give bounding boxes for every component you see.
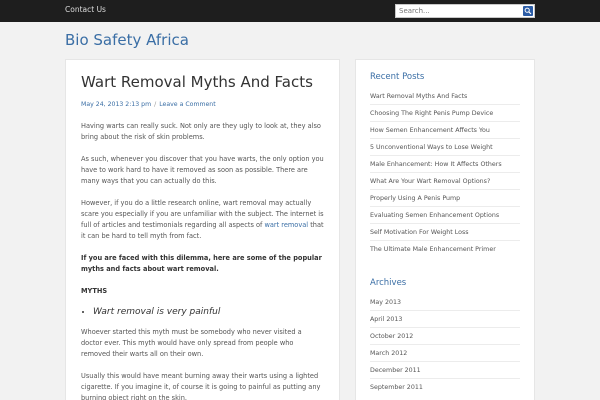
- search-input[interactable]: [396, 5, 522, 17]
- search-button[interactable]: [523, 6, 533, 16]
- post-date[interactable]: May 24, 2013 2:13 pm: [81, 101, 151, 108]
- archive-link[interactable]: September 2011: [370, 379, 520, 396]
- archive-link[interactable]: October 2012: [370, 328, 520, 345]
- recent-post-link[interactable]: 5 Unconventional Ways to Lose Weight: [370, 139, 520, 156]
- post-title[interactable]: Wart Removal Myths And Facts: [81, 73, 324, 91]
- archive-link[interactable]: December 2011: [370, 362, 520, 379]
- recent-post-link[interactable]: What Are Your Wart Removal Options?: [370, 173, 520, 190]
- archive-link[interactable]: May 2013: [370, 294, 520, 311]
- myth-item: Wart removal is very painful: [93, 305, 324, 319]
- paragraph-6: Whoever started this myth must be somebo…: [81, 328, 302, 358]
- recent-post-link[interactable]: How Semen Enhancement Affects You: [370, 122, 520, 139]
- sidebar: Recent Posts Wart Removal Myths And Fact…: [355, 59, 535, 400]
- paragraph-3: However, if you do a little research onl…: [81, 198, 324, 242]
- site-title[interactable]: Bio Safety Africa: [65, 31, 189, 49]
- archive-link[interactable]: April 2013: [370, 311, 520, 328]
- recent-post-link[interactable]: Properly Using A Penis Pump: [370, 190, 520, 207]
- search-icon: [524, 7, 532, 15]
- post-content: Wart Removal Myths And Facts May 24, 201…: [65, 59, 340, 400]
- paragraph-2: As such, whenever you discover that you …: [81, 155, 324, 185]
- paragraph-1: Having warts can really suck. Not only a…: [81, 122, 321, 141]
- meta-separator: /: [154, 101, 157, 108]
- recent-post-link[interactable]: Wart Removal Myths And Facts: [370, 88, 520, 105]
- post-body: Having warts can really suck. Not only a…: [81, 121, 324, 400]
- recent-post-link[interactable]: Choosing The Right Penis Pump Device: [370, 105, 520, 122]
- search-box: [395, 4, 535, 18]
- recent-posts-title: Recent Posts: [370, 72, 425, 82]
- archives-list: May 2013 April 2013 October 2012 March 2…: [370, 294, 520, 396]
- wart-removal-link[interactable]: wart removal: [264, 221, 308, 229]
- myth-list: Wart removal is very painful: [81, 305, 324, 319]
- paragraph-7: Usually this would have meant burning aw…: [81, 372, 321, 400]
- recent-posts-list: Wart Removal Myths And Facts Choosing Th…: [370, 88, 520, 258]
- recent-post-link[interactable]: Evaluating Semen Enhancement Options: [370, 207, 520, 224]
- post-meta: May 24, 2013 2:13 pm / Leave a Comment: [81, 101, 324, 108]
- myths-heading: MYTHS: [81, 287, 108, 295]
- leave-comment-link[interactable]: Leave a Comment: [159, 101, 215, 108]
- nav-contact-us[interactable]: Contact Us: [65, 5, 106, 14]
- top-bar: Contact Us: [0, 0, 600, 22]
- recent-post-link[interactable]: The Ultimate Male Enhancement Primer: [370, 241, 520, 258]
- paragraph-4: If you are faced with this dilemma, here…: [81, 254, 322, 273]
- recent-post-link[interactable]: Male Enhancement: How It Affects Others: [370, 156, 520, 173]
- recent-post-link[interactable]: Self Motivation For Weight Loss: [370, 224, 520, 241]
- archives-title: Archives: [370, 278, 407, 288]
- archive-link[interactable]: March 2012: [370, 345, 520, 362]
